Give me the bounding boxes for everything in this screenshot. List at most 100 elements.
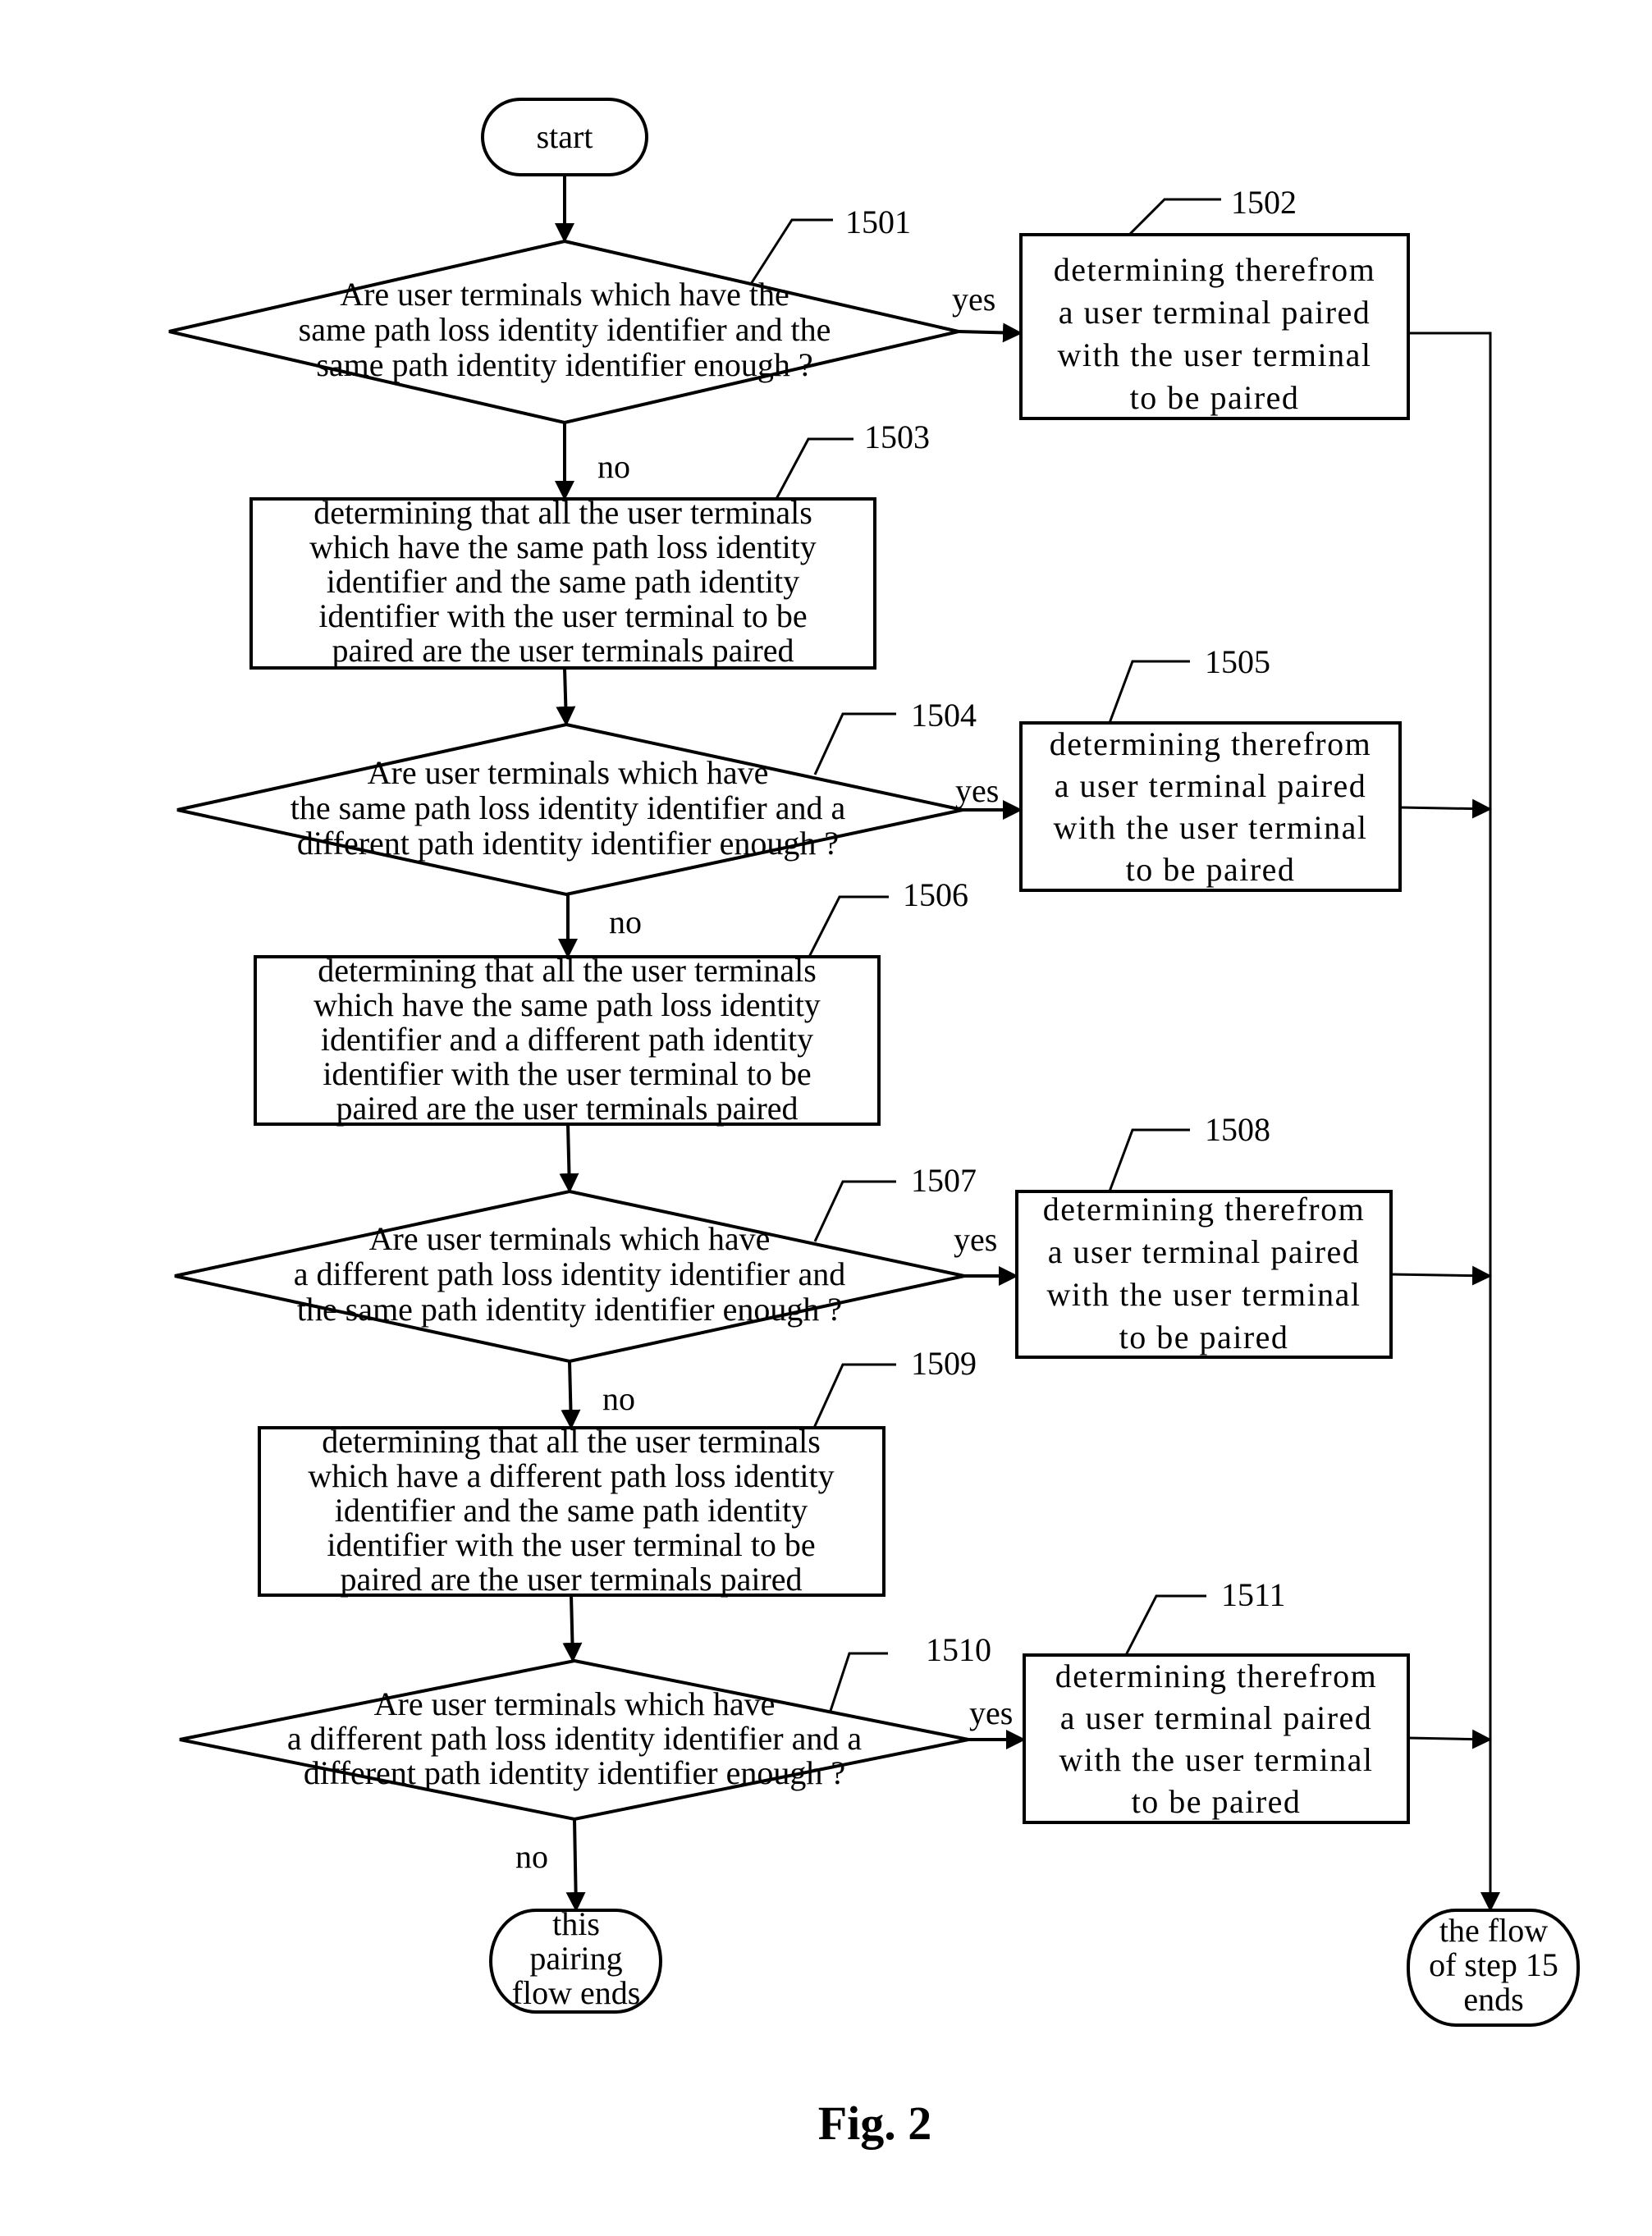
ref-leader-1508: [1108, 1128, 1190, 1192]
arrow-1501-yes: [958, 322, 1023, 343]
fallback-step-1503: determining that all the user terminals …: [249, 418, 930, 670]
select-step-1511: determining therefrom a user terminal pa…: [1023, 1576, 1410, 1824]
step-1502-line-1: determining therefrom: [1054, 251, 1375, 288]
step-1511-line-3: with the user terminal: [1059, 1741, 1374, 1778]
step-1509-line-1: determining that all the user terminals: [322, 1423, 821, 1460]
end-left-line-3: flow ends: [512, 1974, 641, 2011]
end-terminal-pairing: this pairing flow ends: [489, 1905, 662, 2014]
ref-1507: 1507: [911, 1162, 977, 1199]
step-1502-line-4: to be paired: [1130, 379, 1300, 416]
arrow-1510-to-end: [565, 1818, 586, 1912]
step-1511-line-4: to be paired: [1132, 1783, 1302, 1820]
step-1505-line-3: with the user terminal: [1054, 809, 1368, 846]
select-step-1505: determining therefrom a user terminal pa…: [1019, 643, 1402, 892]
ref-1506: 1506: [903, 876, 968, 913]
step-1508-line-1: determining therefrom: [1043, 1191, 1365, 1228]
select-step-1508: determining therefrom a user terminal pa…: [1015, 1111, 1393, 1359]
step-1502-line-2: a user terminal paired: [1059, 294, 1371, 331]
arrow-1506-to-1507: [559, 1123, 579, 1193]
decision-1507-line-2: a different path loss identity identifie…: [294, 1255, 845, 1292]
decision-1507-line-1: Are user terminals which have: [369, 1220, 771, 1257]
decision-1507-line-3: the same path identity identifier enough…: [297, 1291, 842, 1328]
no-label-1501: no: [597, 448, 630, 485]
collector-line: [1408, 332, 1500, 1912]
ref-leader-1501: [749, 218, 833, 285]
ref-leader-1510: [829, 1652, 888, 1712]
end-terminal-step-15: the flow of step 15 ends: [1407, 1909, 1580, 2027]
ref-leader-1509: [812, 1363, 896, 1429]
step-1506-line-2: which have the same path loss identity: [313, 986, 821, 1023]
step-1506-line-4: identifier with the user terminal to be: [323, 1055, 811, 1092]
decision-1501-line-1: Are user terminals which have the: [340, 276, 789, 313]
ref-leader-1503: [775, 437, 853, 500]
decision-1510-line-1: Are user terminals which have: [374, 1685, 776, 1722]
end-right-line-2: of step 15: [1429, 1946, 1558, 1983]
end-left-line-1: this: [552, 1905, 600, 1942]
yes-label-1510: yes: [969, 1694, 1013, 1731]
ref-1505: 1505: [1205, 643, 1270, 680]
step-1505-line-2: a user terminal paired: [1055, 767, 1367, 804]
ref-leader-1504: [813, 712, 896, 775]
decision-1504-line-3: different path identity identifier enoug…: [297, 825, 839, 862]
step-1508-line-2: a user terminal paired: [1048, 1233, 1361, 1270]
arrow-1511-to-collector: [1407, 1729, 1492, 1749]
ref-1509: 1509: [911, 1345, 977, 1382]
decision-1510-line-3: different path identity identifier enoug…: [304, 1754, 845, 1791]
decision-1501-line-2: same path loss identity identifier and t…: [299, 311, 831, 348]
step-1506-line-3: identifier and a different path identity: [321, 1021, 813, 1058]
select-step-1502: determining therefrom a user terminal pa…: [1019, 184, 1410, 420]
ref-1508: 1508: [1205, 1111, 1270, 1148]
decision-1504-line-1: Are user terminals which have: [368, 754, 769, 791]
yes-label-1501: yes: [952, 281, 995, 318]
ref-leader-1505: [1108, 660, 1190, 724]
ref-leader-1507: [813, 1180, 896, 1242]
ref-leader-1502: [1128, 198, 1221, 236]
arrow-1505-to-collector: [1399, 798, 1492, 819]
ref-1501: 1501: [845, 203, 911, 240]
ref-1504: 1504: [911, 697, 977, 734]
step-1503-line-4: identifier with the user terminal to be: [318, 597, 807, 634]
step-1502-line-3: with the user terminal: [1058, 336, 1372, 373]
arrow-1509-to-1510: [562, 1594, 583, 1662]
ref-1502: 1502: [1231, 184, 1297, 221]
arrow-1503-to-1504: [556, 667, 576, 726]
step-1503-line-1: determining that all the user terminals: [313, 494, 812, 531]
end-left-line-2: pairing: [529, 1940, 622, 1977]
ref-1503: 1503: [864, 418, 930, 455]
ref-leader-1511: [1124, 1594, 1206, 1656]
no-label-1504: no: [609, 903, 642, 940]
step-1503-line-3: identifier and the same path identity: [327, 563, 799, 600]
start-terminal: start: [481, 98, 648, 176]
step-1505-line-4: to be paired: [1126, 851, 1296, 888]
step-1506-line-1: determining that all the user terminals: [318, 952, 817, 989]
step-1511-line-1: determining therefrom: [1055, 1658, 1377, 1694]
step-1511-line-2: a user terminal paired: [1060, 1699, 1373, 1736]
step-1509-line-5: paired are the user terminals paired: [340, 1561, 802, 1598]
no-label-1510: no: [515, 1838, 548, 1875]
decision-1510: Are user terminals which have a differen…: [179, 1631, 1013, 1875]
decision-1507: Are user terminals which have a differen…: [174, 1162, 997, 1417]
step-1505-line-1: determining therefrom: [1050, 725, 1371, 762]
end-right-line-3: ends: [1463, 1981, 1523, 2018]
step-1508-line-4: to be paired: [1119, 1319, 1289, 1356]
step-1509-line-4: identifier with the user terminal to be: [327, 1526, 815, 1563]
yes-label-1504: yes: [955, 772, 999, 809]
step-1503-line-5: paired are the user terminals paired: [332, 632, 794, 669]
decision-1501-line-3: same path identity identifier enough ?: [316, 346, 812, 383]
arrow-1507-to-1509: [561, 1360, 581, 1429]
step-1503-line-2: which have the same path loss identity: [309, 528, 817, 565]
ref-1511: 1511: [1221, 1576, 1286, 1613]
figure-caption: Fig. 2: [818, 2097, 932, 2150]
decision-1504-line-2: the same path loss identity identifier a…: [291, 789, 846, 826]
step-1506-line-5: paired are the user terminals paired: [336, 1090, 798, 1127]
arrow-1508-to-collector: [1390, 1265, 1492, 1286]
ref-1510: 1510: [926, 1631, 991, 1668]
step-1509-line-3: identifier and the same path identity: [335, 1492, 808, 1529]
end-right-line-1: the flow: [1439, 1912, 1548, 1949]
step-1508-line-3: with the user terminal: [1047, 1276, 1361, 1313]
flowchart: start Are user terminals which have the …: [168, 98, 1580, 2150]
ref-leader-1506: [808, 895, 889, 958]
start-label: start: [537, 118, 593, 155]
yes-label-1507: yes: [954, 1221, 997, 1258]
no-label-1507: no: [602, 1380, 635, 1417]
